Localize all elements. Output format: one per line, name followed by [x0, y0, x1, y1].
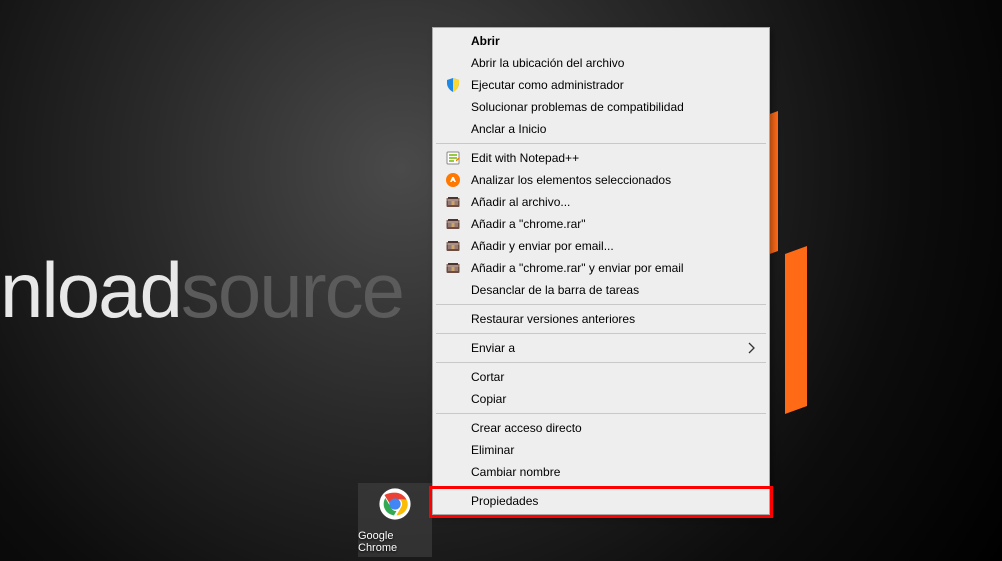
context-menu: Abrir Abrir la ubicación del archivo Ejec… [432, 27, 770, 515]
menu-item-label: Desanclar de la barra de tareas [471, 283, 639, 297]
avast-icon [444, 171, 462, 189]
menu-item-label: Propiedades [471, 494, 538, 508]
wallpaper-text-part2: source [181, 246, 403, 334]
menu-item[interactable]: Anclar a Inicio [434, 118, 768, 140]
menu-item[interactable]: Copiar [434, 388, 768, 410]
menu-item-label: Eliminar [471, 443, 514, 457]
menu-item-label: Abrir [471, 34, 500, 48]
menu-item-label: Restaurar versiones anteriores [471, 312, 635, 326]
menu-separator [436, 413, 766, 414]
menu-separator [436, 304, 766, 305]
taskbar-icon-label: Google Chrome [358, 530, 432, 554]
menu-item[interactable]: Eliminar [434, 439, 768, 461]
menu-item-label: Edit with Notepad++ [471, 151, 579, 165]
menu-item-label: Cortar [471, 370, 504, 384]
menu-item[interactable]: Añadir a "chrome.rar" y enviar por email [434, 257, 768, 279]
chrome-icon [378, 487, 412, 526]
menu-item[interactable]: Añadir al archivo... [434, 191, 768, 213]
menu-item[interactable]: Ejecutar como administrador [434, 74, 768, 96]
menu-separator [436, 486, 766, 487]
notepad-icon [444, 149, 462, 167]
menu-item[interactable]: Desanclar de la barra de tareas [434, 279, 768, 301]
winrar-icon [444, 259, 462, 277]
menu-item-label: Copiar [471, 392, 506, 406]
menu-item-label: Abrir la ubicación del archivo [471, 56, 624, 70]
menu-item-label: Enviar a [471, 341, 515, 355]
menu-item-label: Añadir a "chrome.rar" y enviar por email [471, 261, 684, 275]
menu-item[interactable]: Crear acceso directo [434, 417, 768, 439]
decorative-bar [785, 246, 807, 414]
wallpaper-text-part1: nload [0, 246, 181, 334]
menu-item-label: Anclar a Inicio [471, 122, 546, 136]
menu-item[interactable]: Enviar a [434, 337, 768, 359]
menu-item[interactable]: Cambiar nombre [434, 461, 768, 483]
menu-item-label: Añadir a "chrome.rar" [471, 217, 586, 231]
menu-item[interactable]: Restaurar versiones anteriores [434, 308, 768, 330]
menu-separator [436, 362, 766, 363]
chevron-right-icon [748, 342, 756, 354]
menu-item-label: Añadir al archivo... [471, 195, 570, 209]
menu-item[interactable]: Cortar [434, 366, 768, 388]
shield-icon [444, 76, 462, 94]
winrar-icon [444, 215, 462, 233]
menu-item-label: Solucionar problemas de compatibilidad [471, 100, 684, 114]
desktop[interactable]: nloadsource Google Chrome Abrir Abrir la … [0, 0, 1002, 561]
winrar-icon [444, 237, 462, 255]
wallpaper-text: nloadsource [0, 245, 403, 336]
menu-item-label: Ejecutar como administrador [471, 78, 624, 92]
menu-item[interactable]: Analizar los elementos seleccionados [434, 169, 768, 191]
menu-item[interactable]: Añadir a "chrome.rar" [434, 213, 768, 235]
menu-item[interactable]: Solucionar problemas de compatibilidad [434, 96, 768, 118]
menu-item[interactable]: Propiedades [434, 490, 768, 512]
menu-item-label: Analizar los elementos seleccionados [471, 173, 671, 187]
menu-item[interactable]: Edit with Notepad++ [434, 147, 768, 169]
taskbar-icon-chrome[interactable]: Google Chrome [358, 483, 432, 557]
winrar-icon [444, 193, 462, 211]
menu-item-label: Añadir y enviar por email... [471, 239, 614, 253]
menu-item-label: Crear acceso directo [471, 421, 582, 435]
menu-separator [436, 333, 766, 334]
menu-item[interactable]: Abrir [434, 30, 768, 52]
menu-separator [436, 143, 766, 144]
menu-item[interactable]: Abrir la ubicación del archivo [434, 52, 768, 74]
menu-item[interactable]: Añadir y enviar por email... [434, 235, 768, 257]
menu-item-label: Cambiar nombre [471, 465, 560, 479]
